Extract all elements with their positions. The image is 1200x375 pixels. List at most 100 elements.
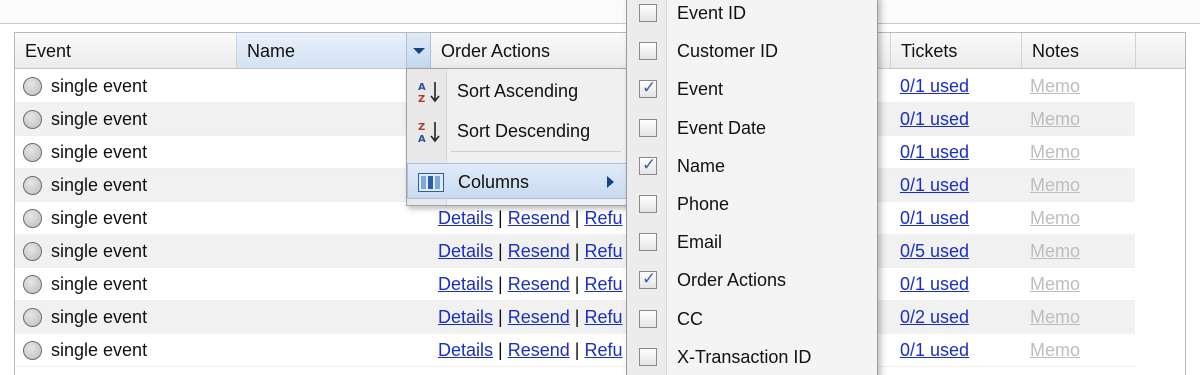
table-row[interactable]: single event Details | Resend | Refu 0/2 used M… xyxy=(15,301,1135,334)
column-header-tickets[interactable]: Tickets xyxy=(891,33,1022,68)
menu-item-sort-descending[interactable]: Z A Sort Descending xyxy=(407,113,627,149)
separator: | xyxy=(498,340,503,360)
checkbox[interactable] xyxy=(639,195,657,213)
separator: | xyxy=(498,274,503,294)
column-toggle-item[interactable]: ✓ Name xyxy=(627,148,877,186)
checkbox[interactable]: ✓ xyxy=(639,78,657,99)
row-select-radio[interactable] xyxy=(23,341,42,360)
event-cell: single event xyxy=(51,109,148,129)
refund-link[interactable]: Refu xyxy=(584,208,622,228)
column-toggle-label: Event ID xyxy=(677,3,747,23)
memo-link[interactable]: Memo xyxy=(1030,334,1080,367)
row-select-radio[interactable] xyxy=(23,77,42,96)
column-header-notes[interactable]: Notes xyxy=(1022,33,1136,68)
table-row[interactable]: single event Details | Resend | Refu 0/1 used M… xyxy=(15,334,1135,367)
menu-item-label: Sort Descending xyxy=(457,121,591,141)
column-toggle-label: Email xyxy=(677,232,723,253)
resend-link[interactable]: Resend xyxy=(508,274,570,294)
details-link[interactable]: Details xyxy=(438,274,493,294)
row-select-radio[interactable] xyxy=(23,110,42,129)
memo-link[interactable]: Memo xyxy=(1030,301,1080,334)
checkbox[interactable] xyxy=(639,309,657,328)
column-header-label: Name xyxy=(247,41,296,61)
tickets-link[interactable]: 0/5 used xyxy=(900,241,969,261)
table-row[interactable]: single event Details | Resend | Refu 0/1 used M… xyxy=(15,268,1135,301)
checkbox[interactable] xyxy=(639,4,657,22)
column-toggle-label: Event Date xyxy=(677,117,767,138)
details-link[interactable]: Details xyxy=(438,307,493,327)
checkbox[interactable] xyxy=(639,233,657,252)
column-toggle-item[interactable]: CC xyxy=(627,301,877,339)
tickets-link[interactable]: 0/1 used xyxy=(900,340,969,360)
menu-divider xyxy=(451,151,621,152)
svg-text:Z: Z xyxy=(418,94,425,105)
memo-link[interactable]: Memo xyxy=(1030,235,1080,268)
details-link[interactable]: Details xyxy=(438,241,493,261)
column-toggle-item[interactable]: ✓ Order Actions xyxy=(627,262,877,300)
checkbox[interactable]: ✓ xyxy=(639,155,657,175)
tickets-link[interactable]: 0/1 used xyxy=(900,208,969,228)
tickets-link[interactable]: 0/1 used xyxy=(900,76,969,96)
event-cell: single event xyxy=(51,340,148,360)
memo-link[interactable]: Memo xyxy=(1030,70,1080,103)
tickets-link[interactable]: 0/2 used xyxy=(900,307,969,327)
refund-link[interactable]: Refu xyxy=(584,241,622,261)
memo-link[interactable]: Memo xyxy=(1030,136,1080,169)
resend-link[interactable]: Resend xyxy=(508,340,570,360)
sort-ascending-icon: A Z xyxy=(418,82,440,105)
memo-link[interactable]: Memo xyxy=(1030,103,1080,136)
column-menu-trigger[interactable] xyxy=(406,33,430,68)
column-toggle-item[interactable]: Event ID xyxy=(627,0,877,33)
checkbox[interactable] xyxy=(639,42,657,61)
refund-link[interactable]: Refu xyxy=(584,274,622,294)
details-link[interactable]: Details xyxy=(438,208,493,228)
column-toggle-item[interactable]: Event Date xyxy=(627,110,877,148)
column-toggle-item[interactable]: Customer ID xyxy=(627,33,877,71)
separator: | xyxy=(574,208,580,228)
resend-link[interactable]: Resend xyxy=(508,307,570,327)
tickets-link[interactable]: 0/1 used xyxy=(900,274,969,294)
refund-link[interactable]: Refu xyxy=(584,340,622,360)
column-toggle-item[interactable]: ✓ Event xyxy=(627,71,877,109)
memo-link[interactable]: Memo xyxy=(1030,268,1080,301)
column-toggle-item[interactable]: Email xyxy=(627,224,877,262)
column-toggle-item[interactable]: X-Transaction ID xyxy=(627,339,877,375)
details-link[interactable]: Details xyxy=(438,340,493,360)
row-select-radio[interactable] xyxy=(23,209,42,228)
checkbox[interactable]: ✓ xyxy=(639,269,657,290)
memo-link[interactable]: Memo xyxy=(1030,169,1080,202)
resend-link[interactable]: Resend xyxy=(508,208,570,228)
column-header-event[interactable]: Event xyxy=(15,33,237,68)
event-cell: single event xyxy=(51,241,148,261)
resend-link[interactable]: Resend xyxy=(508,241,570,261)
column-toggle-item[interactable]: Phone xyxy=(627,186,877,224)
columns-submenu: Event ID Customer ID ✓ Event Event Date ✓ Name… xyxy=(626,0,878,375)
menu-item-label: Columns xyxy=(458,172,530,192)
row-select-radio[interactable] xyxy=(23,308,42,327)
separator: | xyxy=(574,274,580,294)
tickets-link[interactable]: 0/1 used xyxy=(900,142,969,162)
menu-item-columns[interactable]: Columns xyxy=(407,163,627,199)
tickets-link[interactable]: 0/1 used xyxy=(900,109,969,129)
checkbox[interactable] xyxy=(639,118,657,137)
column-header-label: Order Actions xyxy=(441,41,551,61)
memo-link[interactable]: Memo xyxy=(1030,202,1080,235)
row-select-radio[interactable] xyxy=(23,275,42,294)
tickets-link[interactable]: 0/1 used xyxy=(900,175,969,195)
row-select-radio[interactable] xyxy=(23,242,42,261)
row-select-radio[interactable] xyxy=(23,176,42,195)
table-row[interactable]: single event Details | Resend | Refu 0/5 used M… xyxy=(15,235,1135,268)
toolbar-strip xyxy=(0,0,1200,24)
refund-link[interactable]: Refu xyxy=(584,307,622,327)
column-toggle-label: Name xyxy=(677,155,726,176)
event-cell: single event xyxy=(51,208,148,228)
separator: | xyxy=(498,208,503,228)
checkbox[interactable] xyxy=(639,347,657,366)
sort-descending-icon: Z A xyxy=(418,122,440,145)
row-select-radio[interactable] xyxy=(23,143,42,162)
table-row[interactable]: single event Details | Resend | Refu 0/1 used M… xyxy=(15,202,1135,235)
menu-item-sort-ascending[interactable]: A Z Sort Ascending xyxy=(407,73,627,109)
event-cell: single event xyxy=(51,76,148,96)
tickets-cell: 0/5 used xyxy=(900,235,969,268)
column-header-name[interactable]: Name xyxy=(237,33,431,68)
